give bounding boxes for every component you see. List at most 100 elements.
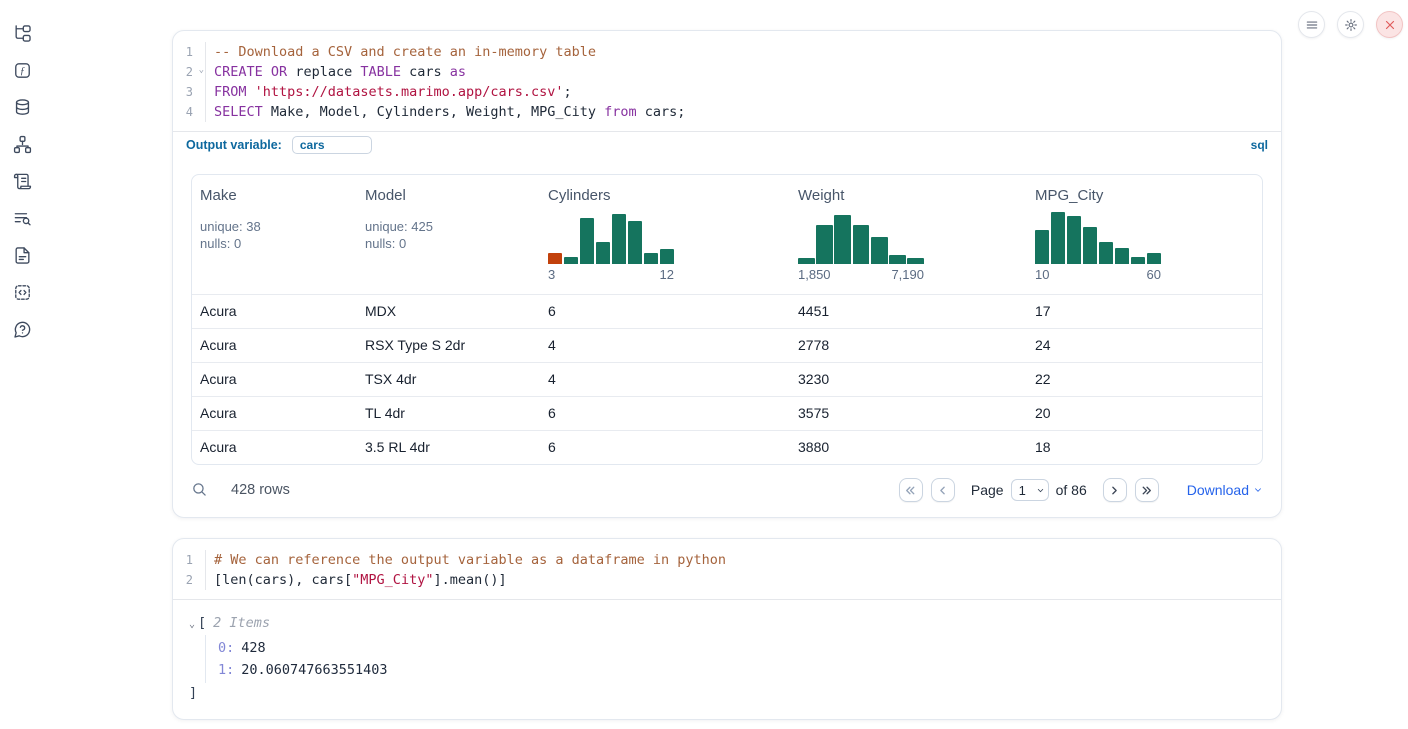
fold-chevron-icon[interactable]: ⌄ <box>199 60 204 80</box>
table-cell: MDX <box>357 295 540 328</box>
column-header-weight[interactable]: Weight 1,8507,190 <box>790 175 1027 294</box>
table-cell: 4 <box>540 363 790 396</box>
histogram-bar <box>889 255 906 264</box>
previous-page-button[interactable] <box>931 478 955 502</box>
histogram-bar <box>1099 242 1113 264</box>
code-line: 2[len(cars), cars["MPG_City"].mean()] <box>173 570 1281 590</box>
first-page-button[interactable] <box>899 478 923 502</box>
item-value: 20.060747663551403 <box>241 662 387 678</box>
close-icon <box>1383 18 1397 32</box>
search-icon[interactable] <box>191 481 209 499</box>
item-value: 428 <box>241 640 265 656</box>
code-square-icon[interactable] <box>12 282 32 302</box>
histogram-bar <box>907 258 924 264</box>
table-row[interactable]: AcuraTSX 4dr4323022 <box>192 362 1262 396</box>
help-chat-icon[interactable] <box>12 319 32 339</box>
column-label: Cylinders <box>548 187 782 204</box>
output-variable-label: Output variable: <box>186 138 282 152</box>
chevron-left-icon <box>936 484 949 497</box>
output-variable-bar: Output variable: sql <box>173 131 1281 158</box>
scroll-icon[interactable] <box>12 171 32 191</box>
column-label: Weight <box>798 187 1019 204</box>
histogram-axis: 312 <box>548 267 674 282</box>
histogram-bar <box>596 242 610 264</box>
code-text: FROM 'https://datasets.marimo.app/cars.c… <box>206 82 572 102</box>
table-row[interactable]: AcuraMDX6445117 <box>192 294 1262 328</box>
page-select[interactable]: 1 <box>1011 479 1049 501</box>
table-row[interactable]: AcuraRSX Type S 2dr4277824 <box>192 328 1262 362</box>
chevrons-right-icon <box>1140 484 1153 497</box>
item-index: 0: <box>218 640 234 656</box>
sql-cell: 1 -- Download a CSV and create an in-memo… <box>172 30 1282 518</box>
column-histogram: 312 <box>548 212 674 282</box>
table-cell: 2778 <box>790 329 1027 362</box>
python-code-editor[interactable]: 1# We can reference the output variable … <box>173 539 1281 599</box>
download-label: Download <box>1187 482 1249 498</box>
list-search-icon[interactable] <box>12 208 32 228</box>
line-number: 2 <box>173 570 206 590</box>
left-sidebar: ƒ <box>0 0 44 729</box>
column-stats: unique: 425nulls: 0 <box>365 218 532 252</box>
svg-text:ƒ: ƒ <box>19 66 24 77</box>
table-cell: 4451 <box>790 295 1027 328</box>
histogram-bar <box>1115 248 1129 264</box>
table-cell: TSX 4dr <box>357 363 540 396</box>
table-cell: 6 <box>540 295 790 328</box>
table-footer: 428 rows Page 1 of 86 <box>173 465 1281 517</box>
line-number: 3 <box>173 82 206 102</box>
document-icon[interactable] <box>12 245 32 265</box>
sql-code-editor[interactable]: 1-- Download a CSV and create an in-memo… <box>173 31 1281 131</box>
column-label: MPG_City <box>1035 187 1254 204</box>
histogram-bar <box>644 253 658 264</box>
code-line: 3FROM 'https://datasets.marimo.app/cars.… <box>173 82 1281 102</box>
histogram-axis: 1,8507,190 <box>798 267 924 282</box>
code-text: -- Download a CSV and create an in-memor… <box>206 42 596 62</box>
histogram-bar <box>1035 230 1049 264</box>
bracket-close: ] <box>189 683 1265 703</box>
line-number: 2⌄ <box>173 62 206 82</box>
table-cell: 3880 <box>790 431 1027 464</box>
histogram-bar <box>612 214 626 264</box>
output-list-body: 0:4281:20.060747663551403 <box>205 635 1265 683</box>
notebook: 1 -- Download a CSV and create an in-memo… <box>172 30 1282 720</box>
table-cell: 22 <box>1027 363 1262 396</box>
collapse-chevron-icon[interactable]: ⌄ <box>189 619 195 630</box>
menu-button[interactable] <box>1298 11 1325 38</box>
table-cell: Acura <box>192 363 357 396</box>
download-button[interactable]: Download <box>1187 482 1263 498</box>
column-stats: unique: 38nulls: 0 <box>200 218 349 252</box>
column-header-make[interactable]: Makeunique: 38nulls: 0 <box>192 175 357 294</box>
row-count: 428 rows <box>231 482 290 498</box>
chevrons-left-icon <box>904 484 917 497</box>
code-text: # We can reference the output variable a… <box>206 550 726 570</box>
dependency-graph-icon[interactable] <box>12 134 32 154</box>
table-cell: Acura <box>192 397 357 430</box>
shutdown-button[interactable] <box>1376 11 1403 38</box>
table-cell: 17 <box>1027 295 1262 328</box>
settings-button[interactable] <box>1337 11 1364 38</box>
next-page-button[interactable] <box>1103 478 1127 502</box>
file-tree-icon[interactable] <box>12 23 32 43</box>
histogram-bar <box>1067 216 1081 264</box>
histogram-bar <box>660 249 674 264</box>
histogram-bar <box>1147 253 1161 264</box>
histogram-bar <box>564 257 578 264</box>
function-square-icon[interactable]: ƒ <box>12 60 32 80</box>
last-page-button[interactable] <box>1135 478 1159 502</box>
output-variable-input[interactable] <box>292 136 372 154</box>
table-header-row: Makeunique: 38nulls: 0Modelunique: 425nu… <box>192 175 1262 294</box>
database-icon[interactable] <box>12 97 32 117</box>
column-header-mpg_city[interactable]: MPG_City 1060 <box>1027 175 1262 294</box>
table-row[interactable]: Acura3.5 RL 4dr6388018 <box>192 430 1262 464</box>
column-header-model[interactable]: Modelunique: 425nulls: 0 <box>357 175 540 294</box>
column-histogram: 1,8507,190 <box>798 212 924 282</box>
histogram-bar <box>1131 257 1145 264</box>
histogram-bar <box>1083 227 1097 264</box>
chevron-down-icon <box>1253 485 1263 495</box>
histogram-axis: 1060 <box>1035 267 1161 282</box>
column-header-cylinders[interactable]: Cylinders 312 <box>540 175 790 294</box>
table-cell: 18 <box>1027 431 1262 464</box>
table-cell: 6 <box>540 397 790 430</box>
table-row[interactable]: AcuraTL 4dr6357520 <box>192 396 1262 430</box>
table-cell: 3.5 RL 4dr <box>357 431 540 464</box>
